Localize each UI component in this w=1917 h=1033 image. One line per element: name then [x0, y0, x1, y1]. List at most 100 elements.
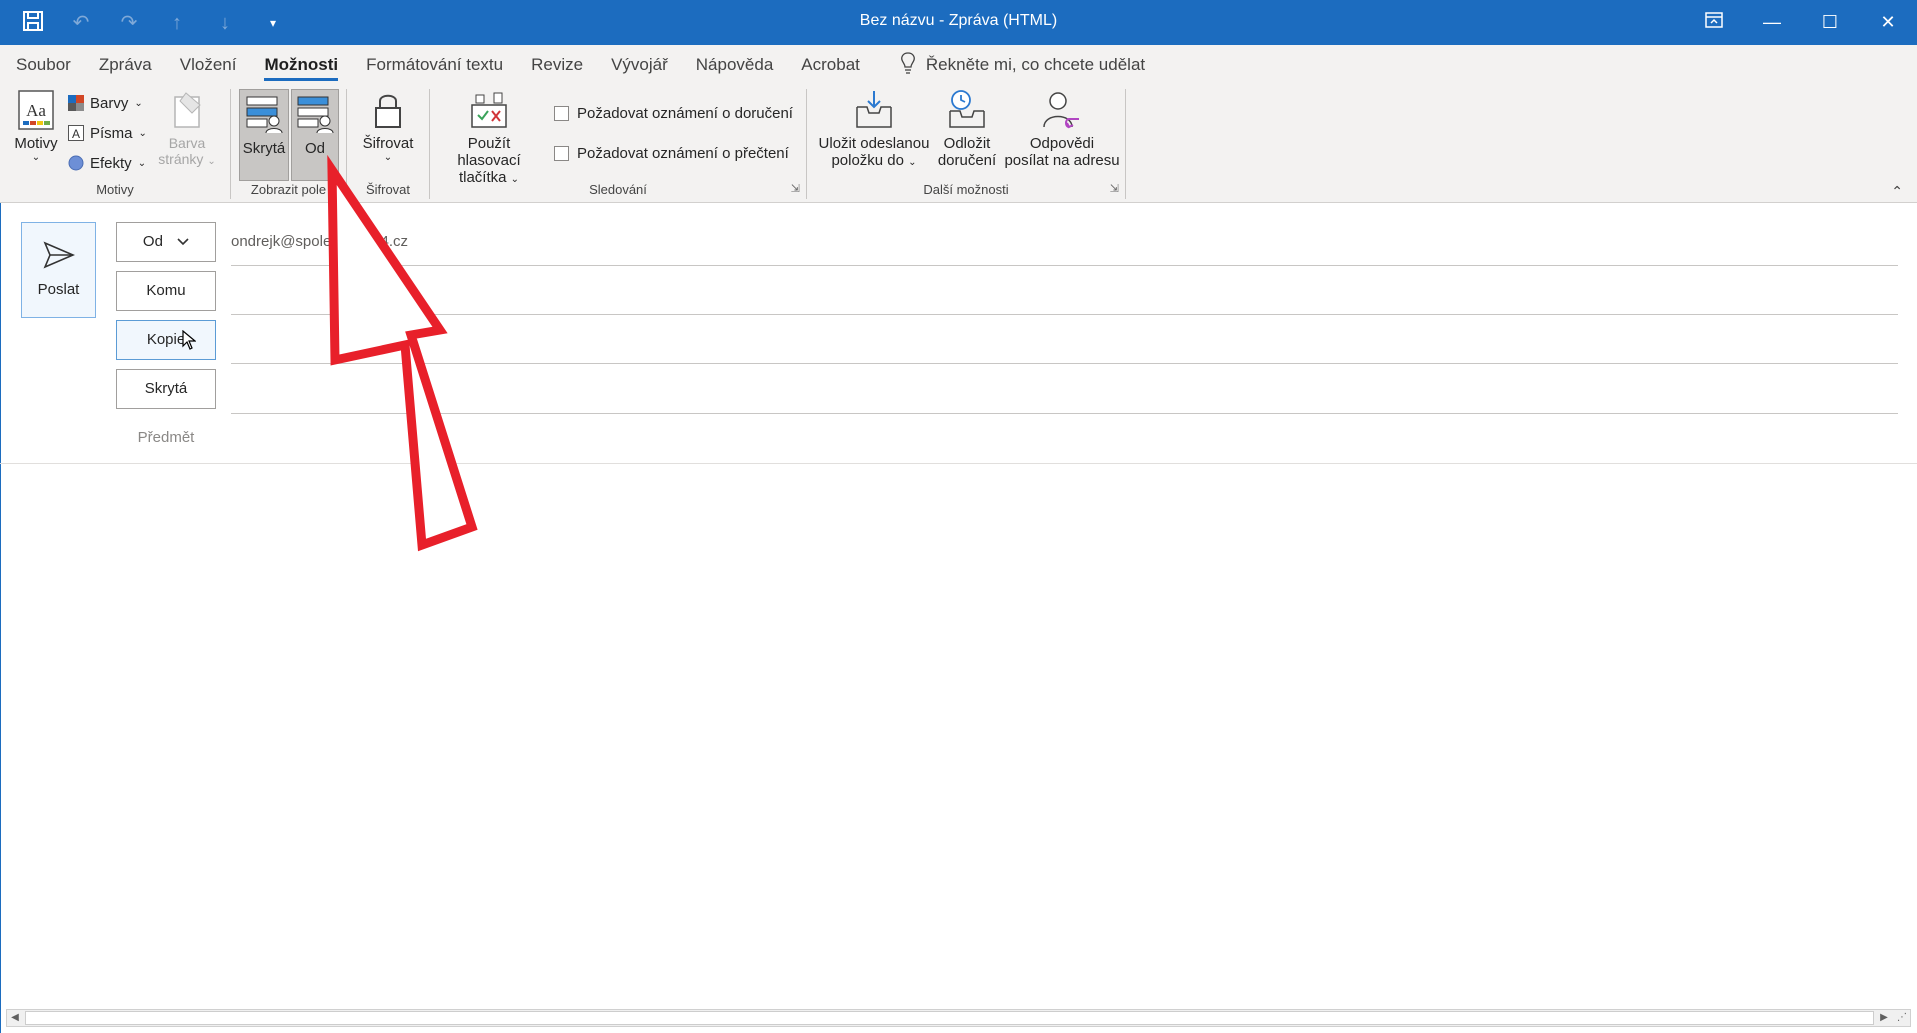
- sifrovat-button[interactable]: Šifrovat ⌄: [353, 89, 423, 163]
- tab-soubor[interactable]: Soubor: [0, 45, 85, 85]
- scroll-left-icon[interactable]: ◀: [7, 1010, 23, 1026]
- barvy-button[interactable]: Barvy ⌄: [68, 91, 143, 115]
- checkbox-box[interactable]: [554, 146, 569, 161]
- subject-input[interactable]: [231, 419, 1898, 459]
- lightbulb-icon: [900, 51, 916, 79]
- group-sledovani: Použít hlasovací tlačítka ⌄ Požadovat oz…: [430, 85, 806, 203]
- sifrovat-label: Šifrovat: [362, 135, 414, 152]
- field-divider: [231, 265, 1898, 266]
- tab-formatovani-textu[interactable]: Formátování textu: [352, 45, 517, 85]
- tab-moznosti[interactable]: Možnosti: [250, 45, 352, 85]
- dialog-launcher-icon[interactable]: ⇲: [1110, 182, 1119, 195]
- body-separator: [0, 463, 1917, 464]
- precteni-label: Požadovat oznámení o přečtení: [577, 145, 789, 162]
- ribbon-display-options-icon[interactable]: [1685, 0, 1743, 45]
- odlozit-label-line1: Odložit: [943, 135, 991, 152]
- hlasovaci-label-line1: Použít hlasovací: [457, 135, 521, 169]
- group-label-sledovani: Sledování: [589, 182, 647, 197]
- themes-icon: Aa: [15, 89, 57, 131]
- group-dalsi-moznosti: Uložit odeslanou položku do ⌄ Odložit do…: [807, 85, 1125, 203]
- from-button[interactable]: Od: [116, 222, 216, 262]
- barva-stranky-button[interactable]: Barva stránky ⌄: [150, 89, 224, 167]
- maximize-icon[interactable]: ☐: [1801, 0, 1859, 45]
- pisma-label: Písma: [90, 124, 133, 142]
- chevron-down-icon: [177, 223, 189, 261]
- send-label: Poslat: [37, 281, 80, 298]
- cc-button[interactable]: Kopie: [116, 320, 216, 360]
- group-label-motivy: Motivy: [96, 182, 134, 197]
- collapse-ribbon-icon[interactable]: ⌃: [1891, 183, 1903, 200]
- group-zobrazit-pole: Skrytá Od Zobrazit pole: [231, 85, 346, 203]
- odpovedi-label-line2: posílat na adresu: [1004, 152, 1120, 169]
- subject-label: Předmět: [137, 429, 195, 446]
- minimize-icon[interactable]: —: [1743, 0, 1801, 45]
- scrollbar-thumb[interactable]: [25, 1011, 1874, 1025]
- title-bar: ↶ ↷ ↑ ↓ ▾ Bez názvu - Zpráva (HTML) — ☐ …: [0, 0, 1917, 45]
- field-divider: [231, 363, 1898, 364]
- mouse-cursor-icon: [182, 329, 197, 355]
- dialog-launcher-icon[interactable]: ⇲: [791, 182, 800, 195]
- od-toggle-button[interactable]: Od: [291, 89, 339, 181]
- voting-buttons-icon: [468, 89, 510, 131]
- group-label-zobrazit-pole: Zobrazit pole: [250, 182, 327, 197]
- tab-napoveda[interactable]: Nápověda: [682, 45, 788, 85]
- motivy-label: Motivy: [14, 135, 58, 152]
- horizontal-scrollbar[interactable]: ◀ ▶ ⋰: [6, 1009, 1911, 1027]
- efekty-button[interactable]: Efekty ⌄: [68, 151, 146, 175]
- send-icon: [43, 241, 75, 269]
- hlasovaci-tlacitka-button[interactable]: Použít hlasovací tlačítka ⌄: [434, 89, 544, 186]
- from-label: Od: [142, 233, 163, 250]
- chevron-down-icon: ⌄: [137, 157, 147, 169]
- checkbox-box[interactable]: [554, 106, 569, 121]
- barvy-label: Barvy: [90, 94, 129, 112]
- save-sent-item-icon: [853, 89, 895, 131]
- tell-me-box[interactable]: Řekněte mi, co chcete udělat: [900, 51, 1146, 79]
- chevron-down-icon: ⌄: [383, 152, 393, 163]
- odpovedi-posilat-button[interactable]: Odpovědi posílat na adresu: [1003, 89, 1121, 169]
- send-button[interactable]: Poslat: [21, 222, 96, 318]
- odlozit-doruceni-button[interactable]: Odložit doručení: [933, 89, 1001, 169]
- cc-input[interactable]: [231, 320, 1898, 360]
- ulozit-odeslanou-button[interactable]: Uložit odeslanou položku do ⌄: [817, 89, 931, 169]
- group-label-sifrovat: Šifrovat: [365, 182, 411, 197]
- ribbon: Aa Motivy ⌄ Barvy ⌄ A Písma ⌄ Efekty ⌄ Barv…: [0, 85, 1917, 203]
- bcc-button[interactable]: Skrytá: [116, 369, 216, 409]
- tab-zprava[interactable]: Zpráva: [85, 45, 166, 85]
- tab-vlozeni[interactable]: Vložení: [166, 45, 251, 85]
- delay-delivery-icon: [946, 89, 988, 131]
- svg-text:A: A: [72, 127, 80, 141]
- to-button[interactable]: Komu: [116, 271, 216, 311]
- group-label-dalsi-moznosti: Další možnosti: [923, 182, 1009, 197]
- message-body[interactable]: [2, 465, 1915, 1005]
- pisma-button[interactable]: A Písma ⌄: [68, 121, 147, 145]
- svg-text:Aa: Aa: [26, 101, 46, 120]
- scroll-right-icon[interactable]: ▶: [1876, 1010, 1892, 1026]
- colors-icon: [68, 95, 84, 111]
- motivy-button[interactable]: Aa Motivy ⌄: [12, 89, 60, 163]
- skryta-toggle-button[interactable]: Skrytá: [239, 89, 289, 181]
- request-delivery-receipt-checkbox[interactable]: Požadovat oznámení o doručení: [554, 105, 793, 122]
- odpovedi-label-line1: Odpovědi: [1029, 135, 1095, 152]
- request-read-receipt-checkbox[interactable]: Požadovat oznámení o přečtení: [554, 145, 789, 162]
- group-sifrovat: Šifrovat ⌄ Šifrovat: [347, 85, 429, 203]
- ulozit-label-line1: Uložit odeslanou: [818, 135, 930, 152]
- chevron-down-icon: ⌄: [138, 127, 147, 139]
- tell-me-text: Řekněte mi, co chcete udělat: [925, 55, 1146, 74]
- window-controls: — ☐ ✕: [1685, 0, 1917, 45]
- compose-header: Poslat Od ondrejk@spolecnost-24.cz Komu …: [0, 203, 1917, 465]
- field-divider: [231, 413, 1898, 414]
- efekty-label: Efekty: [90, 154, 132, 172]
- ulozit-label-line2: položku do ⌄: [831, 152, 917, 169]
- to-input[interactable]: [231, 271, 1898, 311]
- group-motivy: Aa Motivy ⌄ Barvy ⌄ A Písma ⌄ Efekty ⌄ Barv…: [0, 85, 230, 203]
- tab-revize[interactable]: Revize: [517, 45, 597, 85]
- tab-acrobat[interactable]: Acrobat: [787, 45, 874, 85]
- lock-icon: [367, 89, 409, 131]
- bcc-field-icon: [243, 94, 285, 136]
- cc-label: Kopie: [146, 331, 186, 348]
- from-field-icon: [294, 94, 336, 136]
- barva-label-line2: stránky ⌄: [158, 151, 216, 167]
- tab-vyvojar[interactable]: Vývojář: [597, 45, 682, 85]
- close-icon[interactable]: ✕: [1859, 0, 1917, 45]
- bcc-input[interactable]: [231, 369, 1898, 409]
